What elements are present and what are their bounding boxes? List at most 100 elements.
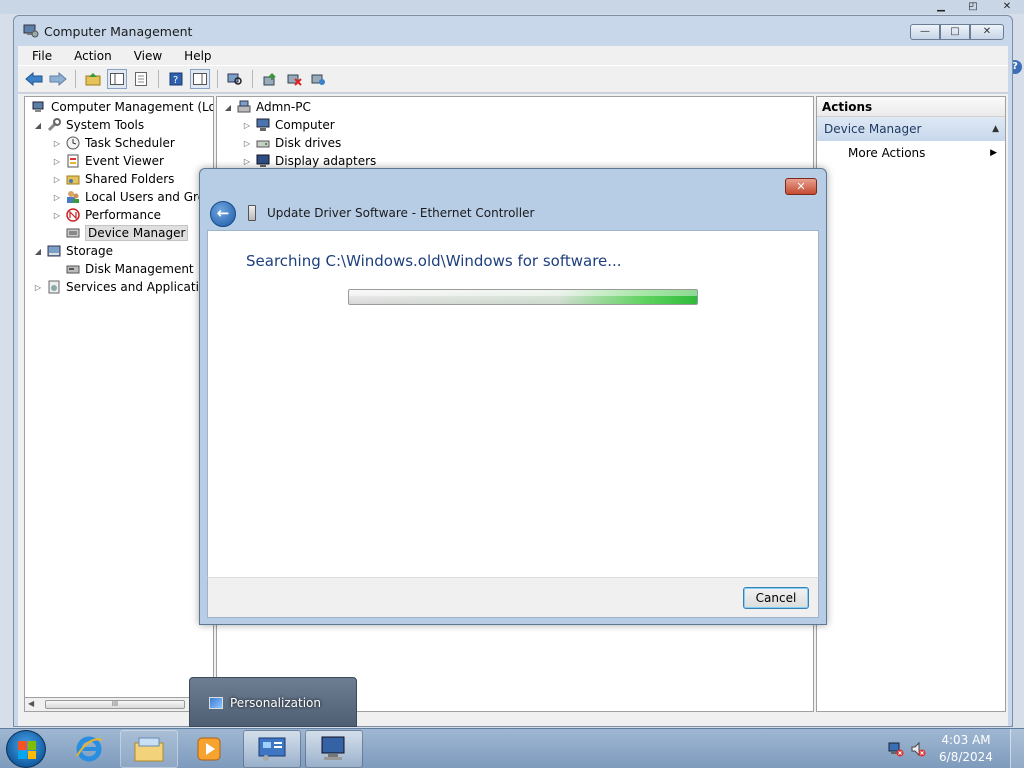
display-adapter-icon [255, 153, 271, 169]
tree-expander: ▷ [53, 174, 61, 184]
menu-help[interactable]: Help [170, 49, 219, 63]
tree-item-services-applications[interactable]: ▷ Services and Applications [33, 278, 214, 296]
device-node-label: Display adapters [275, 154, 377, 168]
start-button[interactable] [6, 730, 46, 768]
performance-icon [65, 207, 81, 223]
actions-section-label: Device Manager [824, 122, 922, 136]
more-actions-label: More Actions [848, 146, 926, 160]
event-viewer-icon [65, 153, 81, 169]
network-disconnected-icon[interactable] [888, 741, 904, 757]
tree-expander: ▷ [53, 210, 61, 220]
tree-item-label: Storage [66, 244, 113, 258]
tree-horizontal-scrollbar[interactable]: ◀ III [24, 698, 214, 712]
menu-file[interactable]: File [18, 49, 60, 63]
menu-action[interactable]: Action [60, 49, 120, 63]
services-icon [46, 279, 62, 295]
scroll-left-icon[interactable]: ◀ [28, 699, 34, 708]
background-close-button[interactable]: ✕ [994, 0, 1020, 14]
update-driver-icon[interactable] [260, 69, 280, 89]
tree-item-computer-management[interactable]: Computer Management (Local [27, 98, 213, 116]
properties-sheet-icon[interactable] [131, 69, 151, 89]
computer-icon [255, 117, 271, 133]
windows-logo-icon [18, 741, 36, 759]
menu-view[interactable]: View [120, 49, 170, 63]
forward-arrow-icon[interactable] [48, 69, 68, 89]
tree-item-shared-folders[interactable]: ▷ Shared Folders [52, 170, 174, 188]
show-desktop-button[interactable] [1010, 729, 1024, 768]
cancel-button[interactable]: Cancel [743, 587, 809, 609]
scrollbar-thumb[interactable]: III [45, 700, 185, 709]
toolbar-separator [252, 70, 253, 88]
background-maximize-button[interactable]: ◰ [960, 0, 986, 14]
minimize-button[interactable]: — [910, 24, 940, 40]
tree-item-storage[interactable]: ◢ Storage [33, 242, 113, 260]
tree-expander: ▷ [34, 282, 42, 292]
dialog-body: Searching C:\Windows.old\Windows for sof… [207, 230, 819, 577]
uninstall-device-icon[interactable] [308, 69, 328, 89]
toolbar: ? [18, 65, 1008, 93]
show-hide-action-pane-icon[interactable] [190, 69, 210, 89]
tree-expander: ▷ [53, 138, 61, 148]
clock-date[interactable]: 6/8/2024 [936, 750, 996, 764]
background-window-titlebar: ▁ ◰ ✕ [0, 0, 1024, 14]
show-hide-tree-icon[interactable] [107, 69, 127, 89]
tree-item-performance[interactable]: ▷ Performance [52, 206, 161, 224]
back-arrow-button[interactable]: ← [210, 201, 236, 227]
collapse-up-icon[interactable]: ▲ [992, 117, 999, 141]
device-node-label: Disk drives [275, 136, 342, 150]
up-folder-icon[interactable] [83, 69, 103, 89]
device-node-root[interactable]: ◢ Admn-PC [223, 98, 311, 116]
device-node-computer[interactable]: ▷ Computer [242, 116, 335, 134]
tree-item-device-manager[interactable]: Device Manager [52, 224, 189, 242]
background-minimize-button[interactable]: ▁ [928, 0, 954, 14]
disable-device-icon[interactable] [284, 69, 304, 89]
internet-explorer-icon[interactable] [60, 730, 118, 768]
maximize-button[interactable]: □ [940, 24, 970, 40]
window-controls: — □ ✕ [910, 24, 1004, 40]
computer-management-taskbar-icon[interactable] [305, 730, 363, 768]
dialog-footer: Cancel [207, 577, 819, 618]
tree-item-label: Disk Management [85, 262, 194, 276]
window-titlebar[interactable]: Computer Management — □ ✕ [14, 16, 1012, 46]
actions-header: Actions [817, 97, 1005, 117]
media-player-icon[interactable] [180, 730, 238, 768]
help-book-icon[interactable]: ? [166, 69, 186, 89]
tree-item-label: Performance [85, 208, 162, 222]
computer-icon [236, 99, 252, 115]
toolbar-separator [217, 70, 218, 88]
tree-item-label: Shared Folders [85, 172, 175, 186]
tree-item-local-users[interactable]: ▷ Local Users and Group [52, 188, 213, 206]
tree-expander: ▷ [53, 156, 61, 166]
clock-time[interactable]: 4:03 AM [936, 733, 996, 747]
tree-item-label: Services and Applications [66, 280, 214, 294]
tree-item-disk-management[interactable]: Disk Management [52, 260, 194, 278]
toolbar-separator [158, 70, 159, 88]
device-node-disk-drives[interactable]: ▷ Disk drives [242, 134, 341, 152]
window-title: Computer Management [44, 24, 193, 39]
tree-expander: ◢ [34, 246, 42, 256]
tree-item-task-scheduler[interactable]: ▷ Task Scheduler [52, 134, 175, 152]
device-node-label: Computer [275, 118, 335, 132]
actions-section-device-manager[interactable]: Device Manager ▲ [817, 117, 1005, 141]
disk-drive-icon [255, 135, 271, 151]
dialog-close-button[interactable]: ✕ [785, 178, 817, 195]
tree-item-system-tools[interactable]: ◢ System Tools [33, 116, 144, 134]
more-actions-item[interactable]: More Actions ▶ [817, 141, 1005, 165]
back-arrow-icon[interactable] [24, 69, 44, 89]
windows-explorer-icon[interactable] [120, 730, 178, 768]
update-driver-dialog: ✕ ← Update Driver Software - Ethernet Co… [199, 168, 827, 625]
scan-hardware-icon[interactable] [225, 69, 245, 89]
tree-expander: ◢ [34, 120, 42, 130]
volume-muted-icon[interactable] [910, 741, 926, 757]
thumbnail-label: Personalization [230, 696, 321, 710]
taskbar-thumbnail-popup[interactable]: Personalization [189, 677, 357, 727]
toolbar-separator [75, 70, 76, 88]
control-panel-icon[interactable] [243, 730, 301, 768]
tree-item-label: Device Manager [85, 225, 189, 241]
tree-item-event-viewer[interactable]: ▷ Event Viewer [52, 152, 164, 170]
shared-folders-icon [65, 171, 81, 187]
actions-pane: Actions Device Manager ▲ More Actions ▶ [816, 96, 1006, 712]
storage-icon [46, 243, 62, 259]
close-button[interactable]: ✕ [970, 24, 1004, 40]
system-tools-icon [46, 117, 62, 133]
